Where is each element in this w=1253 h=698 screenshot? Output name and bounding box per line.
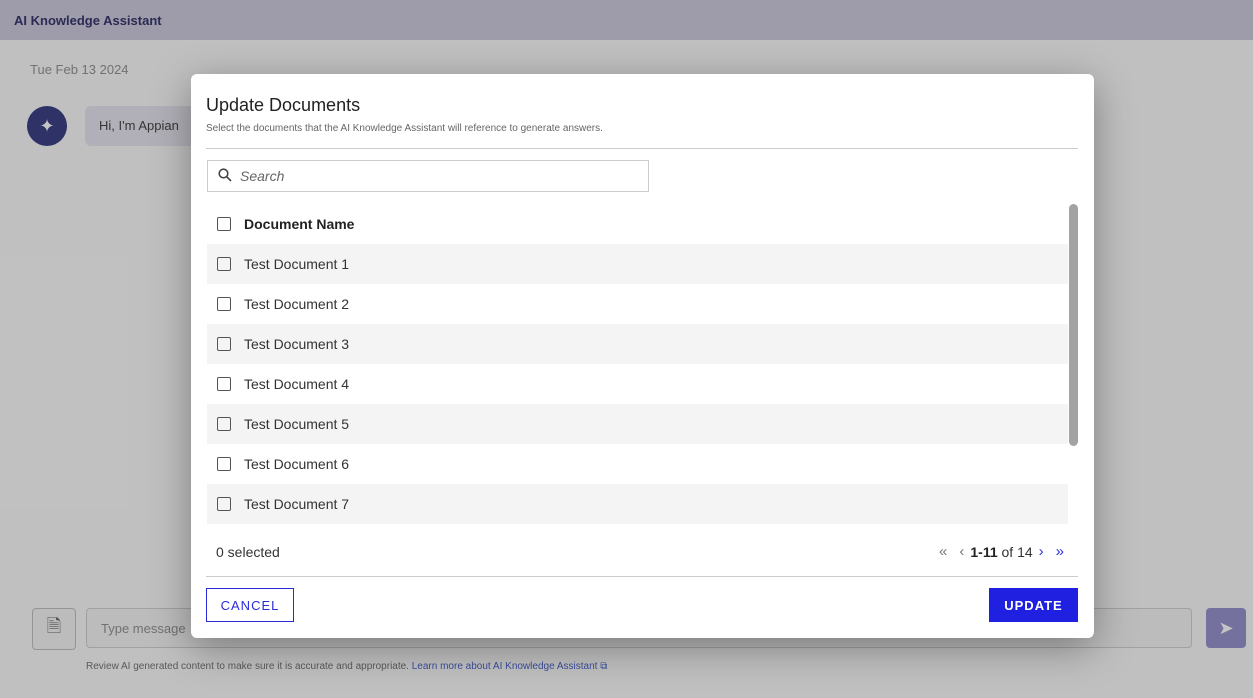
row-checkbox[interactable] xyxy=(217,257,231,271)
selected-count: 0 selected xyxy=(216,544,280,560)
update-documents-dialog: Update Documents Select the documents th… xyxy=(191,74,1094,638)
row-checkbox[interactable] xyxy=(217,497,231,511)
document-name: Test Document 7 xyxy=(244,496,350,512)
divider xyxy=(206,148,1078,149)
table-row[interactable]: Test Document 7 xyxy=(207,484,1068,524)
row-checkbox[interactable] xyxy=(217,417,231,431)
document-name: Test Document 2 xyxy=(244,296,350,312)
page-range-total: of 14 xyxy=(1001,543,1033,560)
next-page-icon[interactable]: › xyxy=(1039,543,1044,560)
select-all-checkbox[interactable] xyxy=(217,217,231,231)
table-row[interactable]: Test Document 6 xyxy=(207,444,1068,484)
documents-grid: Document Name Test Document 1 Test Docum… xyxy=(207,204,1068,524)
table-row[interactable]: Test Document 1 xyxy=(207,244,1068,284)
divider xyxy=(206,576,1078,577)
pagination: « ‹ 1-11 of 14 › » xyxy=(933,543,1070,560)
search-box[interactable] xyxy=(207,160,649,192)
prev-page-icon[interactable]: ‹ xyxy=(959,543,964,560)
update-button[interactable]: UPDATE xyxy=(989,588,1078,622)
document-name: Test Document 4 xyxy=(244,376,350,392)
search-input[interactable] xyxy=(240,168,620,184)
last-page-icon[interactable]: » xyxy=(1056,543,1064,560)
search-icon xyxy=(218,167,232,185)
document-name: Test Document 3 xyxy=(244,336,350,352)
dialog-title: Update Documents xyxy=(206,95,361,115)
grid-header-row: Document Name xyxy=(207,204,1068,244)
dialog-subtitle: Select the documents that the AI Knowled… xyxy=(206,123,603,134)
document-name: Test Document 5 xyxy=(244,416,350,432)
page-range: 1-11 of 14 xyxy=(970,544,1032,560)
row-checkbox[interactable] xyxy=(217,297,231,311)
cancel-button[interactable]: CANCEL xyxy=(206,588,294,622)
grid-scrollbar[interactable] xyxy=(1069,204,1078,446)
first-page-icon[interactable]: « xyxy=(939,543,947,560)
row-checkbox[interactable] xyxy=(217,377,231,391)
table-row[interactable]: Test Document 2 xyxy=(207,284,1068,324)
document-name: Test Document 6 xyxy=(244,456,350,472)
column-header-document-name[interactable]: Document Name xyxy=(244,216,354,232)
row-checkbox[interactable] xyxy=(217,457,231,471)
table-row[interactable]: Test Document 3 xyxy=(207,324,1068,364)
table-row[interactable]: Test Document 4 xyxy=(207,364,1068,404)
document-name: Test Document 1 xyxy=(244,256,350,272)
row-checkbox[interactable] xyxy=(217,337,231,351)
table-row[interactable]: Test Document 5 xyxy=(207,404,1068,444)
page-range-current: 1-11 xyxy=(970,543,998,560)
